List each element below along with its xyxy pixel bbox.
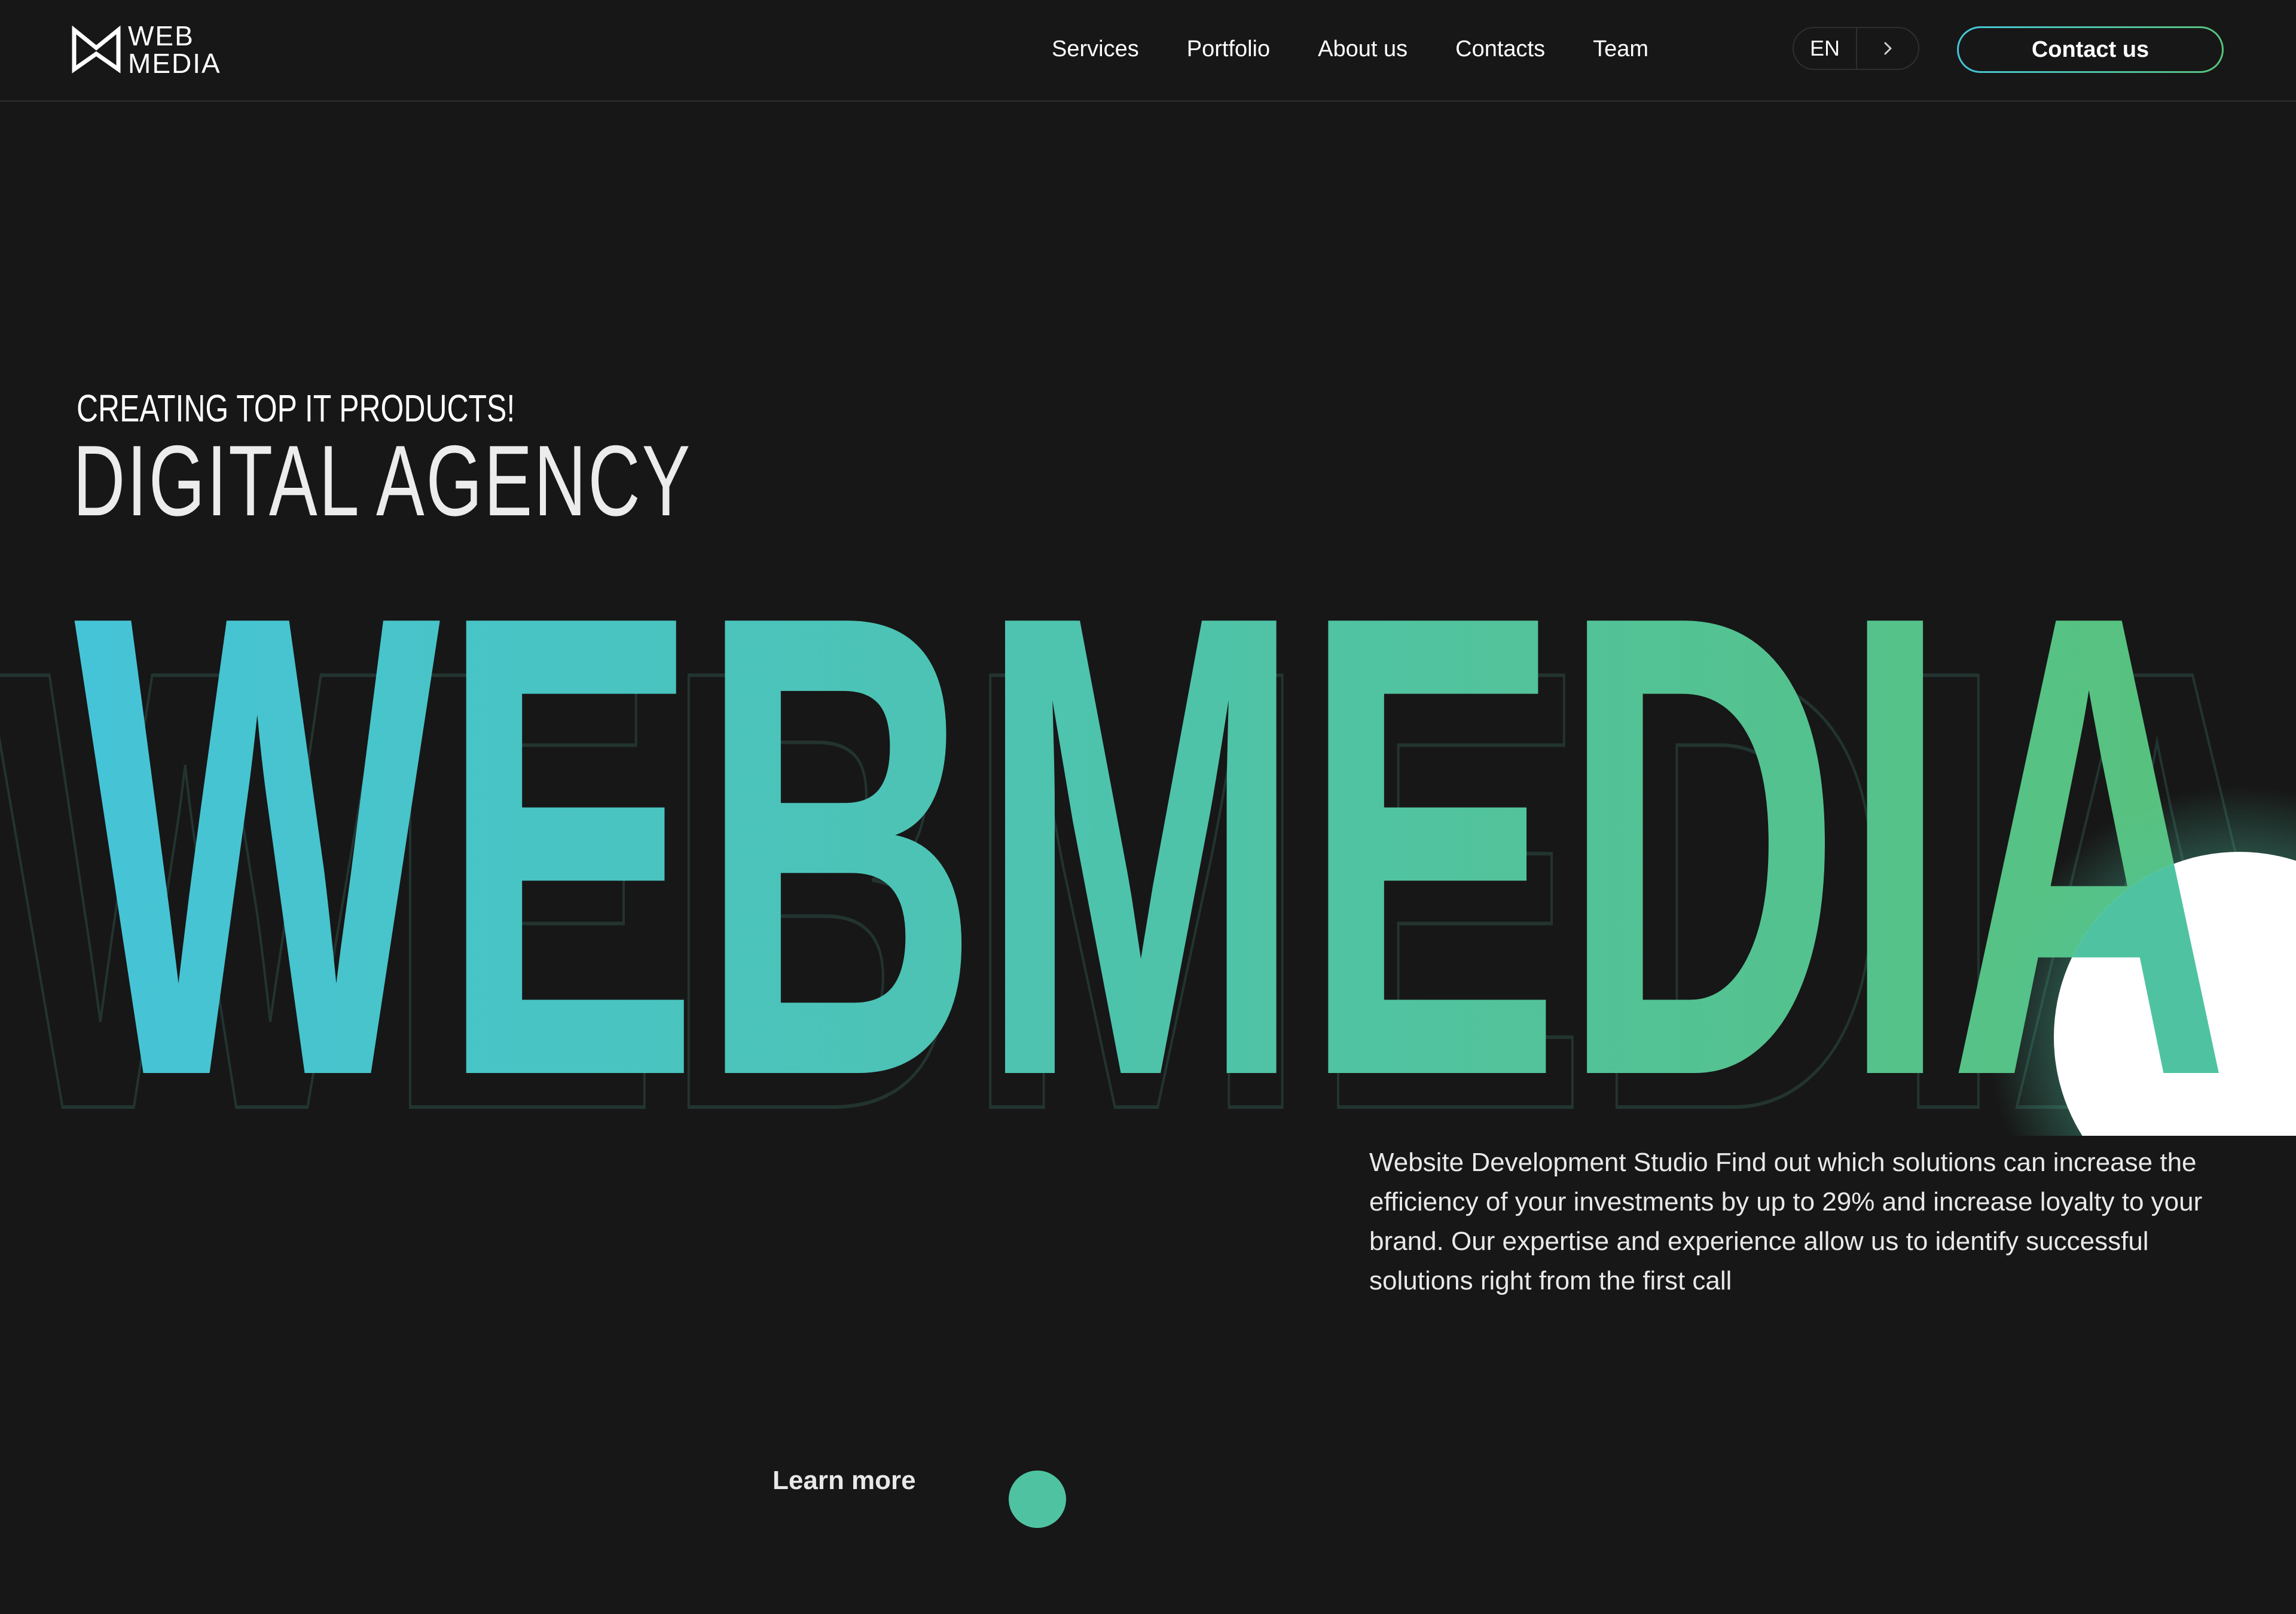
contact-us-button[interactable]: Contact us [1957,26,2224,73]
logo-wordmark: WEB MEDIA [128,22,221,77]
nav-portfolio[interactable]: Portfolio [1187,35,1270,63]
hero-wordmark-graphic: WEBMEDIA WEBMEDIA WEBMEDIA [0,538,2296,1136]
logo-mark-icon [72,25,121,74]
learn-more-link[interactable]: Learn more [773,1466,916,1496]
nav-team[interactable]: Team [1593,35,1648,63]
language-switcher[interactable]: EN [1793,27,1919,70]
hero-wordmark: WEBMEDIA [74,538,2229,1136]
logo-line-1: WEB [128,20,194,51]
nav-about-us[interactable]: About us [1318,35,1407,63]
hero-tagline: CREATING TOP IT PRODUCTS! [77,387,515,430]
logo[interactable]: WEB MEDIA [71,22,221,77]
hero-description: Website Development Studio Find out whic… [1369,1148,2203,1295]
logo-line-2: MEDIA [128,48,221,79]
contact-us-label: Contact us [1959,28,2222,71]
nav-contacts[interactable]: Contacts [1455,35,1545,63]
site-header: WEB MEDIA Services Portfolio About us Co… [0,0,2296,102]
nav-services[interactable]: Services [1052,35,1139,63]
chevron-right-icon[interactable] [1857,28,1918,69]
language-code[interactable]: EN [1794,28,1857,69]
learn-more-dot[interactable] [1009,1471,1066,1528]
hero-title: DIGITAL AGENCY [73,424,692,537]
main-nav: Services Portfolio About us Contacts Tea… [1052,35,1648,63]
